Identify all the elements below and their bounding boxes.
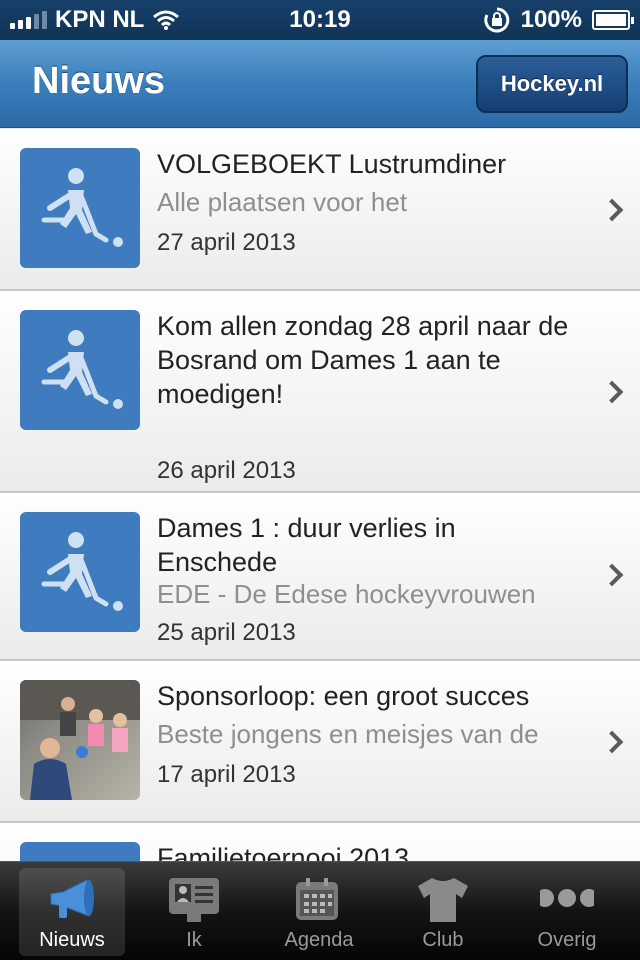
tab-label: Agenda — [284, 929, 354, 951]
hockey-nl-button[interactable]: Hockey.nl — [476, 55, 628, 113]
rotation-lock-icon — [483, 7, 509, 33]
tab-club[interactable]: Club — [390, 868, 496, 956]
chevron-right-icon — [600, 563, 624, 587]
hockey-player-icon — [20, 842, 140, 861]
hockey-player-icon — [20, 148, 140, 268]
navigation-bar: Nieuws Hockey.nl — [0, 40, 640, 128]
id-card-icon — [169, 878, 219, 922]
list-item[interactable]: Kom allen zondag 28 april naar de Bosran… — [0, 291, 640, 493]
news-subtitle: Alle plaatsen voor het — [157, 187, 408, 217]
megaphone-icon — [50, 879, 94, 918]
news-title: Sponsorloop: een groot succes — [157, 681, 530, 711]
news-date: 26 april 2013 — [157, 457, 296, 484]
news-date: 25 april 2013 — [157, 619, 296, 646]
list-item[interactable]: Sponsorloop: een groot succes Beste jong… — [0, 661, 640, 823]
battery-icon — [592, 10, 634, 30]
battery-percent: 100% — [520, 6, 582, 33]
tab-label: Ik — [186, 929, 202, 951]
news-title: VOLGEBOEKT Lustrumdiner — [157, 149, 507, 179]
news-list[interactable]: VOLGEBOEKT Lustrumdiner Alle plaatsen vo… — [0, 129, 640, 861]
photo-thumbnail — [20, 680, 140, 800]
tab-agenda[interactable]: Agenda — [266, 868, 372, 956]
tab-ik[interactable]: Ik — [141, 868, 247, 956]
shirt-icon — [418, 878, 468, 922]
news-date: 17 april 2013 — [157, 761, 296, 788]
tab-label: Club — [422, 929, 464, 951]
more-dots-icon — [540, 889, 594, 907]
news-title: Kom allen zondag 28 april naar de Bosran… — [157, 311, 569, 409]
news-title: Familietoernooi 2013 — [157, 843, 410, 861]
hockey-player-icon — [20, 310, 140, 430]
list-item[interactable]: Familietoernooi 2013 — [0, 823, 640, 861]
hockey-player-icon — [20, 512, 140, 632]
news-subtitle: Beste jongens en meisjes van de — [157, 719, 539, 749]
chevron-right-icon — [600, 198, 624, 222]
chevron-right-icon — [600, 730, 624, 754]
news-subtitle: EDE - De Edese hockeyvrouwen — [157, 579, 536, 609]
calendar-icon — [296, 878, 338, 920]
list-item[interactable]: Dames 1 : duur verlies in Enschede EDE -… — [0, 493, 640, 661]
page-title: Nieuws — [32, 60, 166, 102]
status-right: 100% — [483, 6, 634, 34]
tab-label: Nieuws — [39, 929, 105, 951]
status-bar: KPN NL 10:19 100% — [0, 0, 640, 40]
news-title: Dames 1 : duur verlies in Enschede — [157, 513, 456, 577]
list-item[interactable]: VOLGEBOEKT Lustrumdiner Alle plaatsen vo… — [0, 129, 640, 291]
news-date: 27 april 2013 — [157, 229, 296, 256]
tab-bar: Nieuws Ik Agenda Club Overig — [0, 861, 640, 960]
tab-nieuws[interactable]: Nieuws — [19, 868, 125, 956]
tab-label: Overig — [537, 929, 597, 951]
tab-overig[interactable]: Overig — [514, 868, 620, 956]
chevron-right-icon — [600, 380, 624, 404]
